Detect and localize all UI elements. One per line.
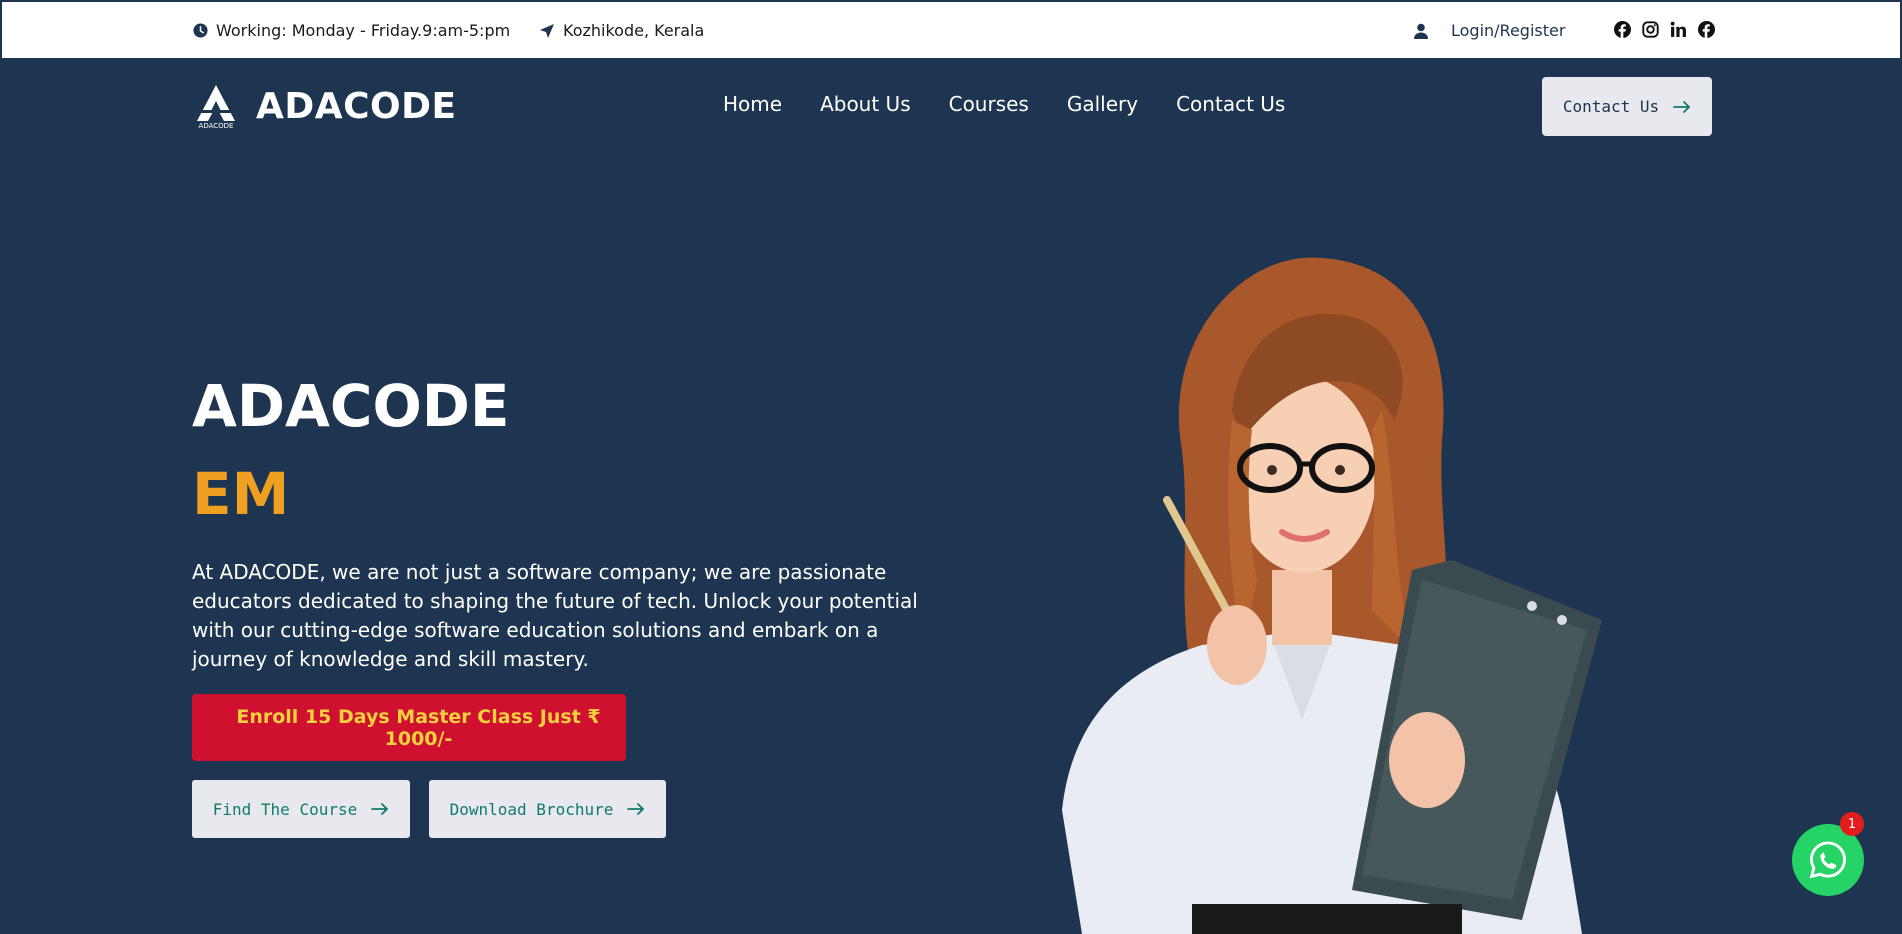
find-course-label: Find The Course xyxy=(212,799,358,819)
login-register[interactable]: Login/Register xyxy=(1413,21,1565,40)
user-icon xyxy=(1414,23,1428,39)
whatsapp-notification-badge: 1 xyxy=(1840,812,1864,836)
arrow-right-icon xyxy=(1673,100,1691,113)
enroll-label: Enroll 15 Days Master Class Just ₹ 1000/… xyxy=(236,705,601,750)
logo-small-text: ADACODE xyxy=(199,122,234,130)
nav-item-courses[interactable]: Courses xyxy=(949,92,1029,116)
arrow-right-icon xyxy=(371,803,389,815)
clock-icon xyxy=(193,23,208,38)
hero-subtitle: EM xyxy=(192,460,290,528)
contact-us-button[interactable]: Contact Us xyxy=(1542,77,1712,136)
nav-item-contact-us[interactable]: Contact Us xyxy=(1176,92,1285,116)
social-links xyxy=(1614,21,1715,38)
enroll-master-class-button[interactable]: Enroll 15 Days Master Class Just ₹ 1000/… xyxy=(192,694,626,761)
nav-item-about-us[interactable]: About Us xyxy=(820,92,911,116)
logo-text: ADACODE xyxy=(256,85,457,127)
hero-description: At ADACODE, we are not just a software c… xyxy=(192,560,918,671)
facebook-icon[interactable] xyxy=(1698,21,1715,38)
facebook-icon[interactable] xyxy=(1614,21,1631,38)
hero-woman-image xyxy=(1062,257,1602,934)
hero-title: ADACODE xyxy=(192,372,510,440)
top-bar: Working: Monday - Friday.9:am-5:pm Kozhi… xyxy=(0,0,1902,58)
instagram-icon[interactable] xyxy=(1642,21,1659,38)
linkedin-icon[interactable] xyxy=(1670,21,1687,38)
main-nav: ADACODE ADACODE Home About Us Courses Ga… xyxy=(0,58,1902,156)
login-register-link[interactable]: Login/Register xyxy=(1451,21,1565,40)
arrow-right-icon xyxy=(627,803,645,815)
find-course-button[interactable]: Find The Course xyxy=(192,780,410,838)
contact-us-label: Contact Us xyxy=(1562,97,1660,116)
location: Kozhikode, Kerala xyxy=(539,21,704,40)
nav-item-gallery[interactable]: Gallery xyxy=(1067,92,1138,116)
nav-menu: Home About Us Courses Gallery Contact Us xyxy=(723,92,1285,116)
logo-icon: ADACODE xyxy=(197,85,235,130)
location-text: Kozhikode, Kerala xyxy=(563,21,705,40)
location-arrow-icon xyxy=(540,23,554,38)
working-hours: Working: Monday - Friday.9:am-5:pm xyxy=(193,21,510,40)
download-brochure-button[interactable]: Download Brochure xyxy=(429,780,666,838)
download-brochure-label: Download Brochure xyxy=(449,799,614,819)
working-hours-text: Working: Monday - Friday.9:am-5:pm xyxy=(216,21,511,40)
site-logo[interactable]: ADACODE ADACODE xyxy=(192,82,457,130)
nav-item-home[interactable]: Home xyxy=(723,92,782,116)
whatsapp-icon xyxy=(1809,841,1846,879)
